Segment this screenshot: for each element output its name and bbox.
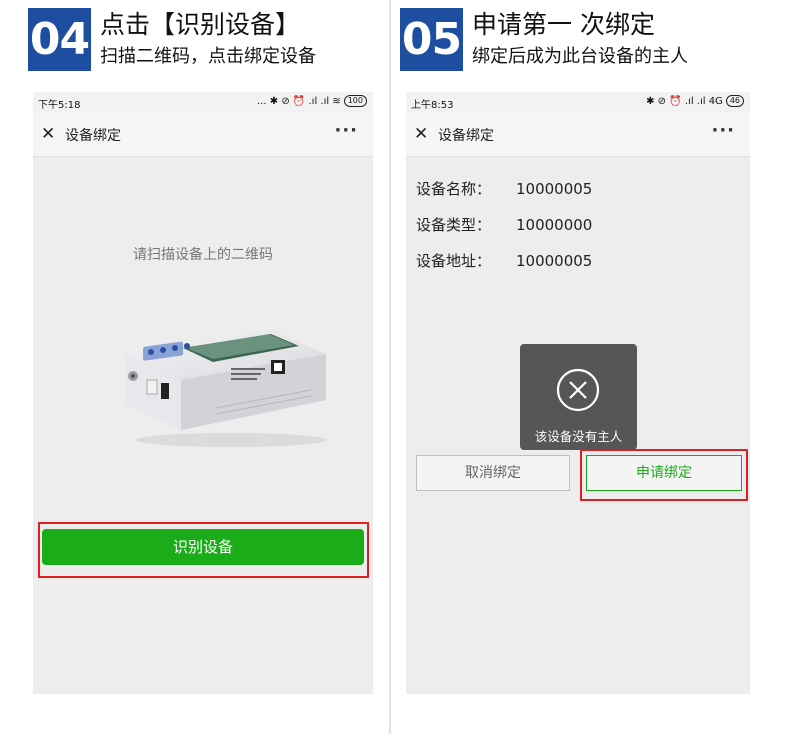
status-time: 上午8:53 <box>411 100 454 111</box>
battery-icon: 100 <box>343 95 367 107</box>
status-time: 下午5:18 <box>38 100 81 111</box>
step-number-badge: 04 <box>28 8 91 71</box>
signal-icons: ... ✱ ⊘ ⏰ .ıl .ıl ≋ <box>257 95 341 107</box>
status-bar: 下午5:18 ... ✱ ⊘ ⏰ .ıl .ıl ≋ 100 <box>33 92 373 112</box>
toast-dialog: 该设备没有主人 <box>520 344 637 450</box>
info-value: 10000005 <box>516 180 593 198</box>
signal-icons: ✱ ⊘ ⏰ .ıl .ıl 4G <box>646 95 723 107</box>
step-title: 申请第一 次绑定 <box>472 10 655 39</box>
page-title: 设备绑定 <box>65 128 121 144</box>
close-circle-icon <box>556 368 600 412</box>
info-row-device-address: 设备地址： 10000005 <box>416 250 592 271</box>
scan-hint: 请扫描设备上的二维码 <box>133 247 273 263</box>
info-label: 设备类型： <box>416 216 492 234</box>
panel-divider <box>389 0 391 734</box>
info-label: 设备地址： <box>416 252 492 270</box>
close-icon[interactable]: ✕ <box>41 124 55 144</box>
toast-message: 该设备没有主人 <box>534 429 623 444</box>
page-title: 设备绑定 <box>438 128 494 144</box>
battery-icon: 46 <box>725 95 744 107</box>
step-title: 点击【识别设备】 <box>100 10 301 39</box>
nav-bar: ✕ 设备绑定 ··· <box>406 112 750 157</box>
nav-bar: ✕ 设备绑定 ··· <box>33 112 373 157</box>
close-icon[interactable]: ✕ <box>414 124 428 144</box>
info-value: 10000000 <box>516 216 593 234</box>
step-05-header: 05 申请第一 次绑定 绑定后成为此台设备的主人 <box>400 8 780 72</box>
status-icons: ... ✱ ⊘ ⏰ .ıl .ıl ≋ 100 <box>257 95 367 107</box>
info-label: 设备名称： <box>416 180 492 198</box>
phone-screen-scan: 下午5:18 ... ✱ ⊘ ⏰ .ıl .ıl ≋ 100 ✕ 设备绑定 ··… <box>33 92 373 694</box>
info-row-device-type: 设备类型： 10000000 <box>416 214 592 235</box>
status-bar: 上午8:53 ✱ ⊘ ⏰ .ıl .ıl 4G 46 <box>406 92 750 112</box>
more-icon[interactable]: ··· <box>334 120 358 141</box>
status-icons: ✱ ⊘ ⏰ .ıl .ıl 4G 46 <box>646 95 744 107</box>
step-subtitle: 绑定后成为此台设备的主人 <box>472 46 688 67</box>
step-number-badge: 05 <box>400 8 463 71</box>
phone-screen-bind: 上午8:53 ✱ ⊘ ⏰ .ıl .ıl 4G 46 ✕ 设备绑定 ··· 设备… <box>406 92 750 694</box>
step-04-header: 04 点击【识别设备】 扫描二维码，点击绑定设备 <box>28 8 368 72</box>
more-icon[interactable]: ··· <box>711 120 735 141</box>
info-row-device-name: 设备名称： 10000005 <box>416 178 592 199</box>
info-value: 10000005 <box>516 252 593 270</box>
cancel-binding-button[interactable]: 取消绑定 <box>416 455 570 491</box>
step-subtitle: 扫描二维码，点击绑定设备 <box>100 46 316 67</box>
identify-device-button[interactable]: 识别设备 <box>42 529 364 565</box>
device-image <box>126 330 327 447</box>
apply-binding-button[interactable]: 申请绑定 <box>586 455 742 491</box>
